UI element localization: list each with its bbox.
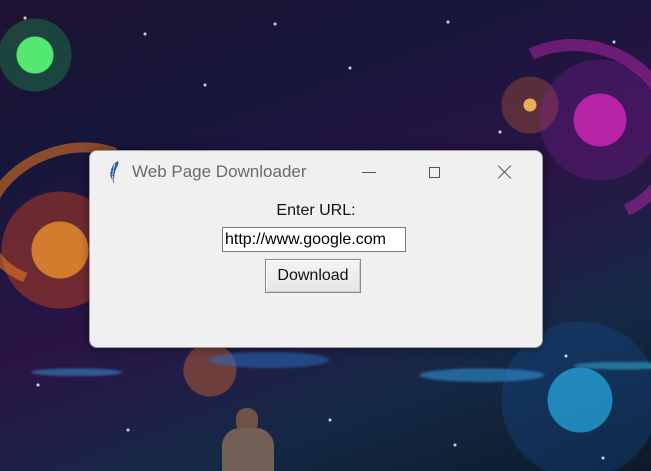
- close-button[interactable]: [482, 151, 528, 193]
- minimize-button[interactable]: [346, 151, 392, 193]
- maximize-icon: [428, 166, 440, 178]
- window-content: Enter URL: Download: [90, 193, 542, 347]
- feather-icon: [109, 161, 119, 183]
- title-bar[interactable]: Web Page Downloader: [90, 151, 542, 193]
- person-silhouette: [222, 408, 274, 471]
- close-icon: [497, 164, 513, 180]
- window-title: Web Page Downloader: [132, 162, 307, 181]
- url-label: Enter URL:: [276, 202, 356, 219]
- url-input[interactable]: [222, 227, 406, 252]
- web-page-downloader-window: Web Page Downloader Enter URL: Download: [89, 150, 543, 348]
- person-body: [222, 428, 274, 471]
- maximize-button[interactable]: [411, 151, 457, 193]
- minimize-icon: [362, 171, 376, 173]
- download-button[interactable]: Download: [265, 259, 361, 293]
